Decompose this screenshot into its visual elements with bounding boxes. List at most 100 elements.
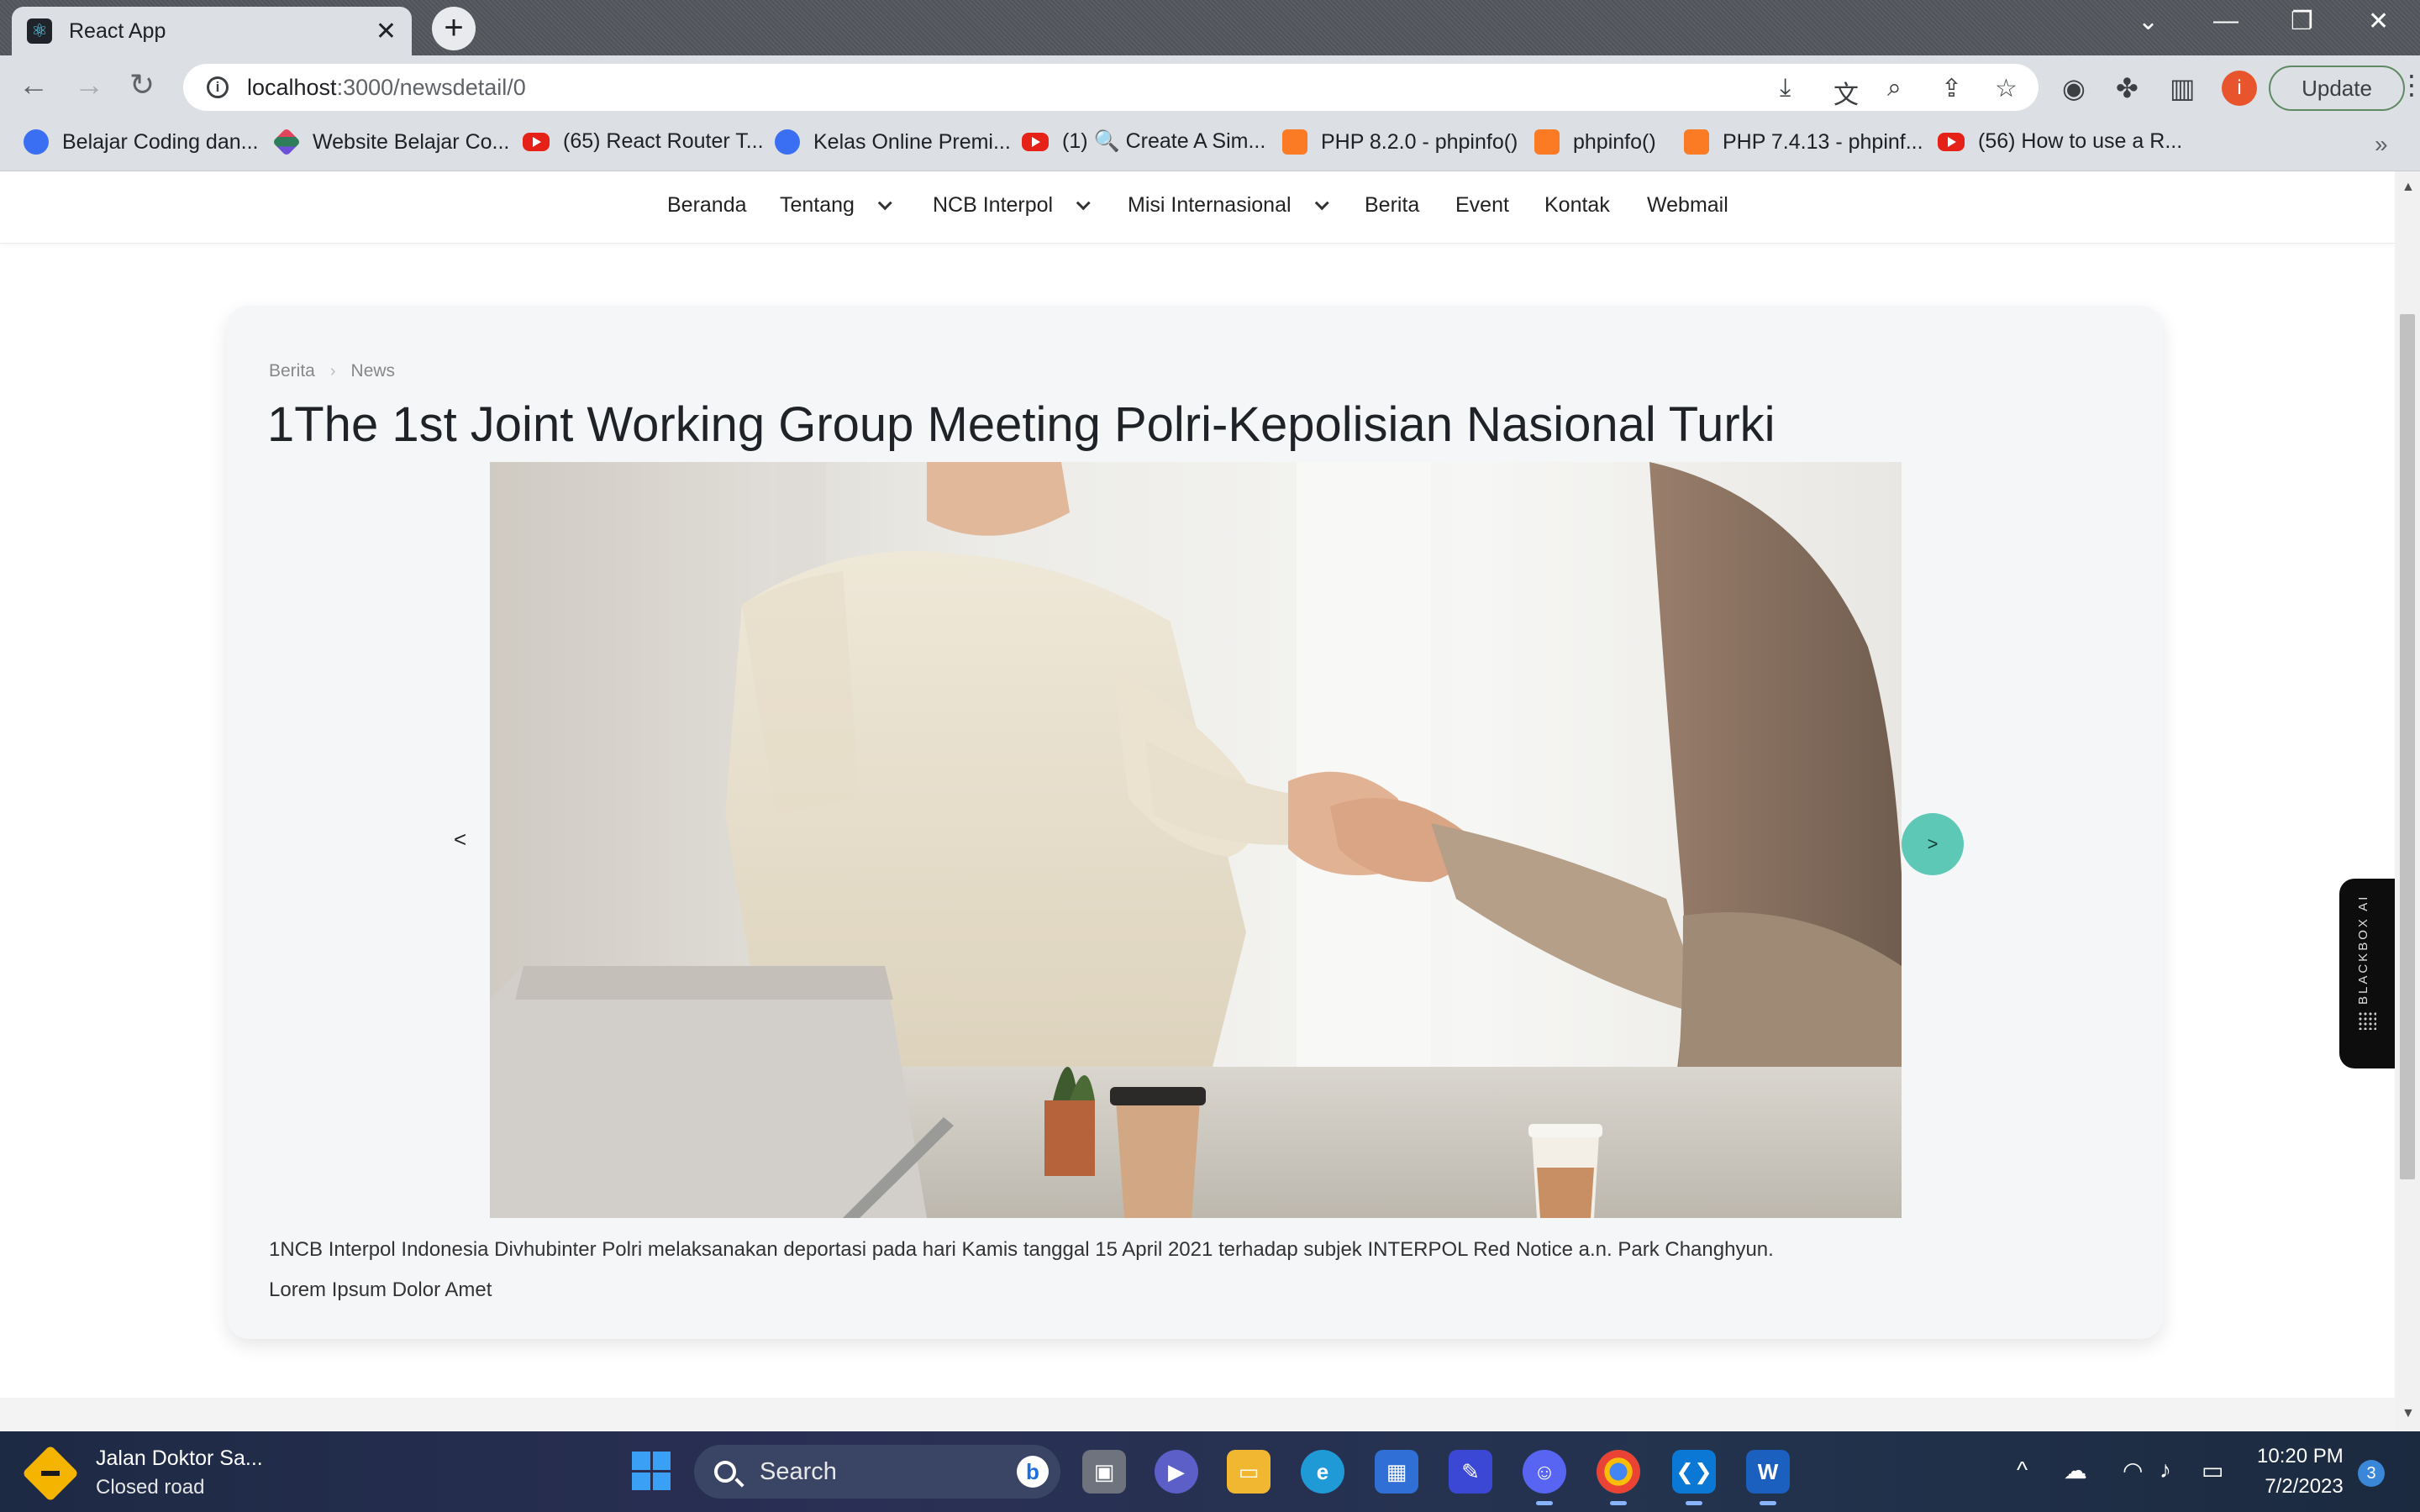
weather-widget[interactable]: Jalan Doktor Sa... Closed road bbox=[22, 1444, 263, 1502]
weather-status: Closed road bbox=[96, 1476, 205, 1499]
breadcrumb-item-berita[interactable]: Berita bbox=[269, 361, 315, 381]
carousel-prev-button[interactable]: < bbox=[454, 827, 466, 853]
bookmark-favicon-icon bbox=[272, 128, 301, 156]
nav-item-misi-internasional[interactable]: Misi Internasional bbox=[1128, 193, 1329, 218]
extension-icon[interactable]: ◉ bbox=[2062, 72, 2086, 104]
teams-chat-icon[interactable]: ▶ bbox=[1155, 1450, 1198, 1494]
youtube-icon bbox=[1022, 132, 1049, 151]
battery-icon[interactable]: ▭ bbox=[2202, 1457, 2223, 1484]
bookmark-item[interactable]: PHP 7.4.13 - phpinf... bbox=[1684, 129, 1923, 155]
youtube-icon bbox=[1938, 132, 1965, 151]
start-windows-icon[interactable] bbox=[632, 1452, 671, 1490]
chevron-down-icon bbox=[1314, 196, 1329, 211]
nav-item-webmail[interactable]: Webmail bbox=[1647, 193, 1728, 218]
scroll-down-icon[interactable]: ▼ bbox=[2402, 1406, 2415, 1421]
edge-icon[interactable]: e bbox=[1301, 1450, 1344, 1494]
system-clock[interactable]: 10:20 PM 7/2/2023 bbox=[2257, 1445, 2344, 1499]
close-tab-icon[interactable]: ✕ bbox=[376, 17, 397, 46]
article-body: Lorem Ipsum Dolor Amet bbox=[269, 1278, 492, 1301]
blackbox-ai-widget[interactable]: BLACKBOX AI bbox=[2339, 879, 2395, 1068]
tab-title: React App bbox=[69, 18, 166, 43]
react-favicon-icon: ⚛ bbox=[27, 18, 52, 44]
site-info-icon[interactable]: i bbox=[207, 76, 229, 98]
xampp-icon bbox=[1282, 129, 1307, 155]
breadcrumb-item-news[interactable]: News bbox=[351, 361, 396, 381]
scroll-up-icon[interactable]: ▲ bbox=[2402, 180, 2415, 195]
youtube-icon bbox=[523, 132, 550, 151]
bookmark-item[interactable]: Website Belajar Co... bbox=[272, 128, 509, 156]
xampp-icon bbox=[1684, 129, 1709, 155]
nav-item-beranda[interactable]: Beranda bbox=[667, 193, 747, 218]
page-viewport: Beranda Tentang NCB Interpol Misi Intern… bbox=[0, 171, 2395, 1431]
more-bookmarks-icon[interactable]: » bbox=[2375, 131, 2388, 158]
close-window-icon[interactable]: ✕ bbox=[2368, 7, 2389, 36]
new-tab-button[interactable]: + bbox=[432, 7, 476, 50]
tab-search-icon[interactable]: ⌄ bbox=[2138, 7, 2159, 36]
microsoft-store-icon[interactable]: ▦ bbox=[1375, 1450, 1418, 1494]
browser-toolbar: ← → ↻ i localhost:3000/newsdetail/0 ⤓ 文 … bbox=[0, 55, 2420, 119]
carousel-next-button[interactable]: > bbox=[1902, 813, 1964, 875]
bookmark-item[interactable]: (1) 🔍 Create A Sim... bbox=[1022, 129, 1265, 154]
bookmark-favicon-icon bbox=[775, 129, 800, 155]
volume-icon[interactable]: ♪ bbox=[2160, 1457, 2171, 1483]
browser-tab-strip: ⚛ React App ✕ + ⌄ — ❐ ✕ bbox=[0, 0, 2420, 55]
nav-item-berita[interactable]: Berita bbox=[1365, 193, 1419, 218]
task-view-icon[interactable]: ▣ bbox=[1082, 1450, 1126, 1494]
breadcrumb: Berita › News bbox=[269, 361, 395, 381]
zoom-icon[interactable]: ⌕ bbox=[1887, 74, 1902, 102]
bookmark-favicon-icon bbox=[24, 129, 49, 155]
page-title: 1The 1st Joint Working Group Meeting Pol… bbox=[267, 397, 1776, 452]
install-app-icon[interactable]: ⤓ bbox=[1780, 74, 1791, 102]
pen-app-icon[interactable]: ✎ bbox=[1449, 1450, 1492, 1494]
menu-kebab-icon[interactable]: ⋮ bbox=[2398, 69, 2420, 101]
blackbox-ai-label: BLACKBOX AI bbox=[2356, 894, 2370, 1005]
road-closed-icon bbox=[22, 1444, 79, 1502]
bookmark-item[interactable]: Kelas Online Premi... bbox=[775, 129, 1011, 155]
chevron-down-icon bbox=[1076, 196, 1091, 211]
nav-item-ncb-interpol[interactable]: NCB Interpol bbox=[933, 193, 1091, 218]
tray-overflow-icon[interactable]: ^ bbox=[2017, 1457, 2028, 1483]
profile-avatar[interactable]: i bbox=[2222, 71, 2257, 106]
scrollbar-thumb[interactable] bbox=[2400, 314, 2415, 1179]
bookmark-item[interactable]: phpinfo() bbox=[1534, 129, 1656, 155]
restore-icon[interactable]: ❐ bbox=[2291, 7, 2313, 36]
article-description: 1NCB Interpol Indonesia Divhubinter Polr… bbox=[269, 1238, 1774, 1261]
browser-tab[interactable]: ⚛ React App ✕ bbox=[12, 7, 412, 55]
forward-icon[interactable]: → bbox=[74, 67, 104, 102]
bing-icon[interactable]: b bbox=[1017, 1456, 1049, 1488]
update-button[interactable]: Update bbox=[2269, 66, 2405, 111]
address-bar[interactable]: i localhost:3000/newsdetail/0 ⤓ 文 ⌕ ⇪ ☆ bbox=[183, 64, 2039, 111]
bookmark-item[interactable]: Belajar Coding dan... bbox=[24, 129, 258, 155]
bookmark-item[interactable]: (65) React Router T... bbox=[523, 129, 764, 154]
extensions-puzzle-icon[interactable]: ✤ bbox=[2116, 72, 2139, 104]
word-icon[interactable]: W bbox=[1746, 1450, 1790, 1505]
weather-title: Jalan Doktor Sa... bbox=[96, 1446, 263, 1470]
page-scrollbar[interactable]: ▲ ▼ bbox=[2395, 171, 2420, 1431]
nav-item-event[interactable]: Event bbox=[1455, 193, 1509, 218]
back-icon[interactable]: ← bbox=[18, 67, 49, 102]
vscode-icon[interactable]: ❮❯ bbox=[1672, 1450, 1716, 1505]
notification-badge[interactable]: 3 bbox=[2358, 1460, 2385, 1487]
site-navbar: Beranda Tentang NCB Interpol Misi Intern… bbox=[0, 171, 2395, 244]
translate-icon[interactable]: 文 bbox=[1833, 74, 1859, 111]
article-photo bbox=[490, 462, 1902, 1218]
onedrive-icon[interactable]: ☁ bbox=[2064, 1457, 2087, 1484]
share-icon[interactable]: ⇪ bbox=[1941, 74, 1962, 103]
bookmark-star-icon[interactable]: ☆ bbox=[1995, 74, 2018, 103]
search-icon bbox=[714, 1461, 736, 1483]
footer-strip bbox=[0, 1398, 2395, 1431]
chrome-icon[interactable] bbox=[1597, 1450, 1640, 1505]
bookmark-item[interactable]: PHP 8.2.0 - phpinfo() bbox=[1282, 129, 1518, 155]
url-text[interactable]: localhost:3000/newsdetail/0 bbox=[247, 75, 526, 101]
discord-icon[interactable]: ☺ bbox=[1523, 1450, 1566, 1505]
minimize-icon[interactable]: — bbox=[2213, 7, 2238, 35]
reload-icon[interactable]: ↻ bbox=[129, 67, 155, 102]
side-panel-icon[interactable]: ▥ bbox=[2170, 72, 2195, 104]
wifi-icon[interactable]: ◠ bbox=[2123, 1457, 2143, 1484]
blackbox-logo-icon bbox=[2358, 1011, 2376, 1030]
taskbar-search[interactable]: Search b bbox=[694, 1445, 1060, 1499]
nav-item-kontak[interactable]: Kontak bbox=[1544, 193, 1610, 218]
file-explorer-icon[interactable]: ▭ bbox=[1227, 1450, 1270, 1494]
nav-item-tentang[interactable]: Tentang bbox=[780, 193, 892, 218]
bookmark-item[interactable]: (56) How to use a R... bbox=[1938, 129, 2182, 154]
